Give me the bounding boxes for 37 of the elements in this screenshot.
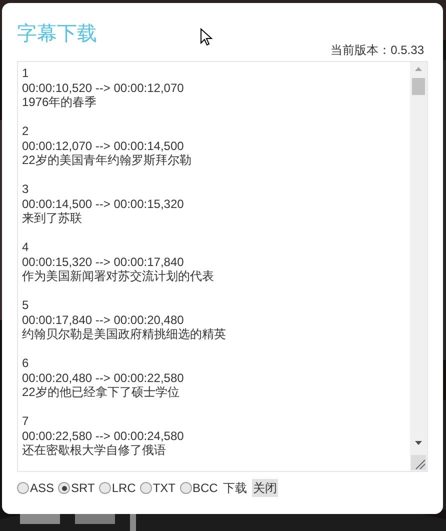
- subtitle-time: 00:00:12,070 --> 00:00:14,500: [22, 138, 185, 153]
- format-radio[interactable]: TXT: [140, 479, 176, 497]
- scrollbar-thumb[interactable]: [412, 78, 425, 95]
- format-radio[interactable]: SRT: [58, 479, 95, 497]
- scrollbar[interactable]: [410, 62, 427, 471]
- scroll-down-icon[interactable]: [415, 441, 422, 445]
- subtitle-index: 5: [22, 298, 30, 312]
- format-radio[interactable]: BCC: [180, 479, 218, 497]
- scroll-up-icon[interactable]: [415, 67, 422, 71]
- subtitle-time: 00:00:17,840 --> 00:00:20,480: [22, 312, 185, 327]
- subtitle-index: 3: [22, 182, 30, 196]
- subtitle-time: 00:00:15,320 --> 00:00:17,840: [22, 254, 185, 269]
- format-radio[interactable]: ASS: [17, 479, 54, 497]
- subtitle-text: 1976年的春季: [22, 95, 98, 110]
- mouse-cursor-icon: [200, 28, 213, 47]
- subtitle-time: 00:00:22,580 --> 00:00:24,580: [22, 428, 185, 443]
- version-label: 当前版本：0.5.33: [330, 42, 425, 59]
- resize-grip-icon[interactable]: [411, 455, 426, 470]
- subtitle-index: 1: [22, 66, 30, 80]
- format-radio[interactable]: LRC: [98, 479, 136, 497]
- subtitle-time: 00:00:20,480 --> 00:00:22,580: [22, 370, 185, 385]
- subtitle-text-area[interactable]: [17, 61, 428, 472]
- subtitle-index: 6: [22, 356, 30, 370]
- subtitle-text: 约翰贝尔勒是美国政府精挑细选的精英: [22, 327, 227, 342]
- subtitle-time: 00:00:14,500 --> 00:00:15,320: [22, 196, 185, 211]
- subtitle-text: 来到了苏联: [22, 211, 83, 226]
- subtitle-index: 2: [22, 124, 30, 138]
- subtitle-text: 作为美国新闻署对苏交流计划的代表: [22, 269, 215, 284]
- subtitle-text: 22岁的美国青年约翰罗斯拜尔勒: [22, 153, 192, 168]
- subtitle-time: 00:00:10,520 --> 00:00:12,070: [22, 80, 185, 95]
- subtitle-index: 7: [22, 414, 30, 428]
- download-button[interactable]: 下载: [222, 479, 248, 497]
- subtitle-index: 4: [22, 240, 30, 254]
- dialog-title: 字幕下载: [17, 22, 97, 47]
- subtitle-text: 22岁的他已经拿下了硕士学位: [22, 385, 180, 400]
- close-button[interactable]: 关闭: [252, 479, 278, 497]
- subtitle-text: 还在密歇根大学自修了俄语: [22, 443, 167, 458]
